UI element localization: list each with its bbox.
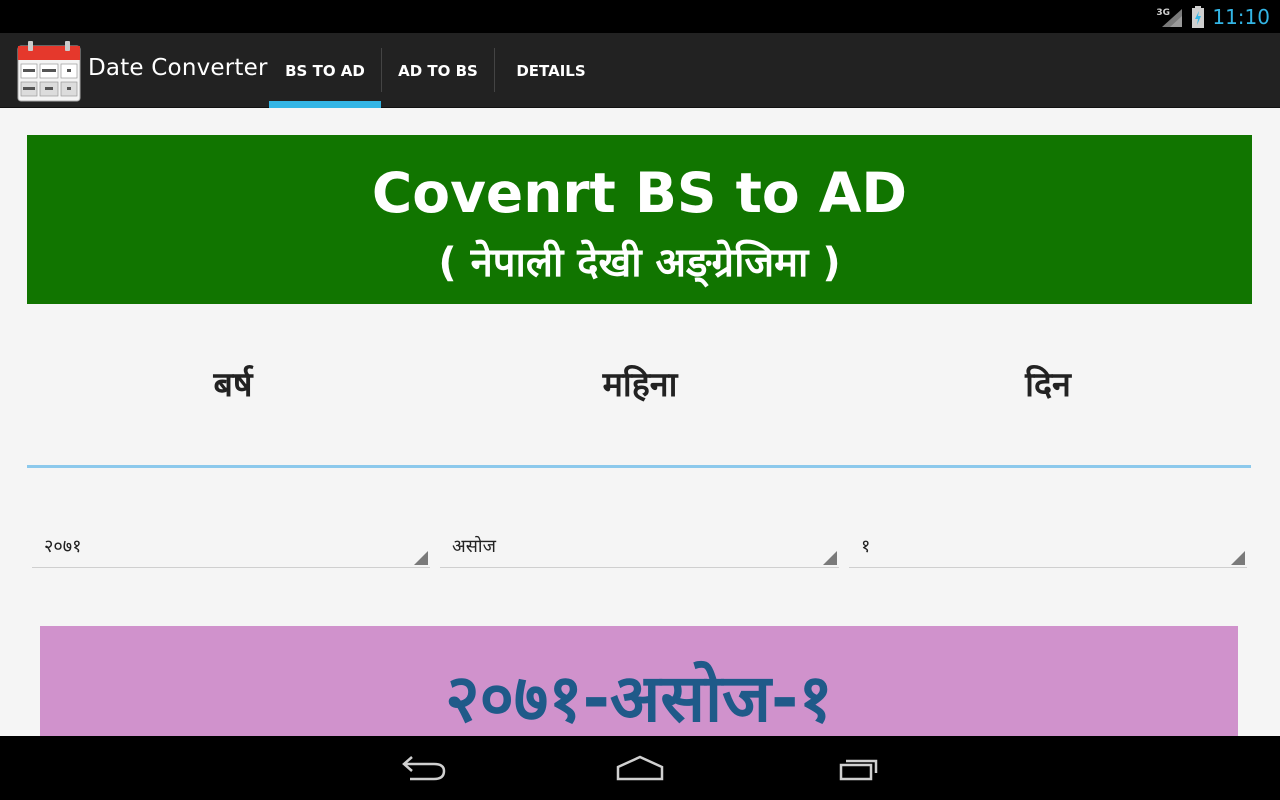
- calendar-icon: [17, 41, 81, 102]
- tab-ad-to-bs[interactable]: AD TO BS: [382, 33, 494, 108]
- status-clock: 11:10: [1212, 4, 1270, 29]
- day-spinner-value: १: [861, 536, 871, 557]
- month-spinner-value: असोज: [452, 536, 496, 557]
- page-title: Covenrt BS to AD: [371, 161, 908, 225]
- battery-icon: [1192, 5, 1205, 28]
- page-subtitle: ( नेपाली देखी अङ्ग्रेजिमा ): [438, 240, 841, 286]
- field-labels: बर्ष महिना दिन: [27, 360, 1252, 420]
- tab-bar: BS TO AD AD TO BS DETAILS: [269, 33, 607, 108]
- tab-label: DETAILS: [516, 61, 586, 80]
- result-box: २०७१-असोज-१: [40, 626, 1238, 737]
- year-label: बर्ष: [213, 365, 253, 405]
- tab-label: BS TO AD: [285, 61, 365, 80]
- divider: [27, 465, 1251, 468]
- tab-label: AD TO BS: [398, 61, 478, 80]
- status-bar: 3G 11:10: [0, 0, 1280, 33]
- home-icon: [616, 755, 664, 781]
- dropdown-arrow-icon: [823, 551, 837, 565]
- dropdown-arrow-icon: [414, 551, 428, 565]
- recents-icon: [839, 759, 878, 781]
- tab-bs-to-ad[interactable]: BS TO AD: [269, 33, 381, 108]
- header-banner: Covenrt BS to AD ( नेपाली देखी अङ्ग्रेजि…: [27, 135, 1252, 304]
- month-label: महिना: [602, 365, 678, 405]
- signal-icon: 3G: [1156, 6, 1184, 28]
- back-button[interactable]: [394, 750, 454, 786]
- tab-details[interactable]: DETAILS: [495, 33, 607, 108]
- year-spinner-value: २०७१: [44, 536, 82, 557]
- year-spinner[interactable]: २०७१: [32, 528, 430, 568]
- action-bar: Date Converter BS TO AD AD TO BS DETAILS: [0, 33, 1280, 108]
- navigation-bar: [0, 736, 1280, 800]
- result-text: २०७१-असोज-१: [445, 660, 833, 737]
- recents-button[interactable]: [828, 750, 888, 786]
- home-button[interactable]: [610, 750, 670, 786]
- month-spinner[interactable]: असोज: [440, 528, 839, 568]
- back-icon: [402, 756, 446, 781]
- dropdown-arrow-icon: [1231, 551, 1245, 565]
- app-title: Date Converter: [88, 55, 268, 81]
- status-icons: 3G 11:10: [1156, 0, 1270, 33]
- day-spinner[interactable]: १: [849, 528, 1247, 568]
- day-label: दिन: [1025, 365, 1071, 405]
